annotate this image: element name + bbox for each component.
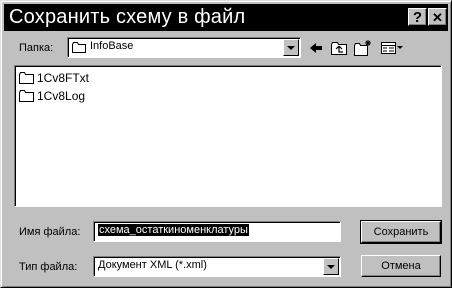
help-button[interactable]: ? xyxy=(408,8,427,26)
folder-label: Папка: xyxy=(19,42,54,54)
filetype-select[interactable]: Документ XML (*.xml) xyxy=(93,256,341,277)
filename-input[interactable]: схема_остаткиноменклатуры xyxy=(93,221,341,242)
filename-value: схема_остаткиноменклатуры xyxy=(98,224,249,236)
cancel-button[interactable]: Отмена xyxy=(361,255,441,277)
folder-icon xyxy=(19,72,34,84)
window-title: Сохранить схему в файл xyxy=(9,6,246,28)
folder-value: InfoBase xyxy=(90,40,134,52)
folder-select[interactable]: InfoBase xyxy=(67,37,301,58)
folder-icon xyxy=(19,90,34,102)
save-button[interactable]: Сохранить xyxy=(360,220,442,244)
close-button[interactable]: ✕ xyxy=(428,8,447,26)
save-dialog: Сохранить схему в файл ? ✕ Папка: InfoBa… xyxy=(0,0,452,288)
file-list[interactable]: 1Cv8FTxt 1Cv8Log xyxy=(14,65,442,207)
back-arrow-icon[interactable] xyxy=(308,39,324,57)
list-item-label: 1Cv8FTxt xyxy=(37,71,90,85)
folder-icon xyxy=(72,42,86,53)
filetype-value: Документ XML (*.xml) xyxy=(98,259,207,271)
list-item-label: 1Cv8Log xyxy=(37,89,86,103)
chevron-down-icon[interactable] xyxy=(283,39,299,56)
view-menu-icon[interactable] xyxy=(380,39,404,57)
chevron-down-icon[interactable] xyxy=(323,258,339,275)
title-bar[interactable]: Сохранить схему в файл ? ✕ xyxy=(4,4,448,31)
filename-label: Имя файла: xyxy=(19,226,81,238)
new-folder-icon[interactable] xyxy=(353,39,373,57)
up-one-level-icon[interactable] xyxy=(330,39,348,57)
filetype-label: Тип файла: xyxy=(19,261,78,273)
